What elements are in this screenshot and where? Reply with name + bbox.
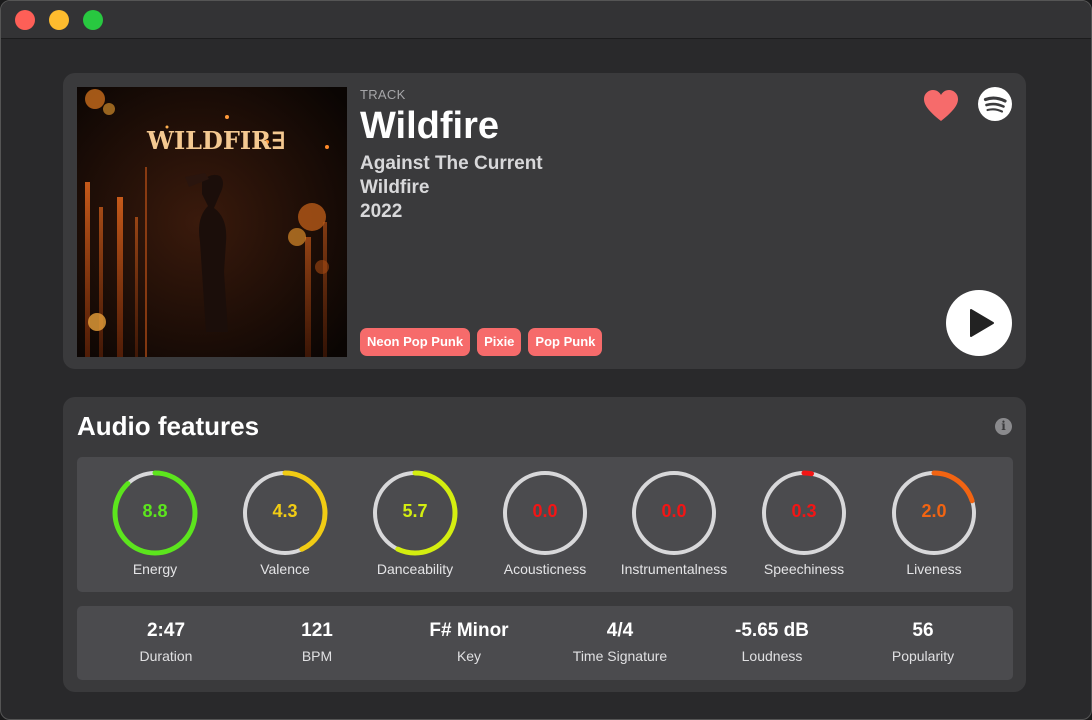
gauges-panel: 8.8 Energy 4.3 Valence 5.7 Danceability 0.0 Aco… <box>77 457 1013 592</box>
app-window: WILDFIR∃ TRACK Wildfire Against The Curr… <box>0 0 1092 720</box>
gauge-label: Liveness <box>906 561 962 577</box>
stat-value: F# Minor <box>429 620 509 641</box>
play-icon <box>970 309 994 337</box>
genre-tag[interactable]: Pixie <box>477 328 522 356</box>
stat-value: 2:47 <box>146 620 186 641</box>
stat-popularity: 56 Popularity <box>848 620 998 664</box>
genre-tag[interactable]: Neon Pop Punk <box>360 328 471 356</box>
stat-label: Time Signature <box>572 648 668 664</box>
stat-label: BPM <box>301 648 333 664</box>
stat-key: F# Minor Key <box>394 620 544 664</box>
genre-tag[interactable]: Pop Punk <box>528 328 603 356</box>
gauge-liveness: 2.0 Liveness <box>869 469 999 581</box>
gauge-label: Energy <box>132 561 178 577</box>
stat-value: 4/4 <box>606 620 634 641</box>
release-year: 2022 <box>360 201 403 222</box>
gauge-value: 4.3 <box>272 501 298 521</box>
gauge-label: Valence <box>260 561 310 577</box>
type-label: TRACK <box>360 87 406 102</box>
genre-tags: Neon Pop Punk Pixie Pop Punk <box>360 328 603 356</box>
spotify-icon[interactable] <box>977 86 1013 122</box>
gauge-value: 0.3 <box>791 501 817 521</box>
gauge-label: Instrumentalness <box>620 561 728 577</box>
stat-value: 121 <box>301 620 333 641</box>
play-button[interactable] <box>946 290 1012 356</box>
stat-time-signature: 4/4 Time Signature <box>545 620 695 664</box>
gauge-value: 2.0 <box>921 501 947 521</box>
stat-label: Loudness <box>741 648 803 664</box>
gauge-danceability: 5.7 Danceability <box>350 469 480 581</box>
gauge-label: Speechiness <box>763 561 845 577</box>
track-card: WILDFIR∃ TRACK Wildfire Against The Curr… <box>63 73 1026 369</box>
audio-features-card: Audio features i 8.8 Energy 4.3 Valence 5.7 D… <box>63 397 1026 692</box>
info-icon[interactable]: i <box>995 418 1012 435</box>
gauge-value: 0.0 <box>661 501 687 521</box>
gauge-instrumentalness: 0.0 Instrumentalness <box>609 469 739 581</box>
stat-duration: 2:47 Duration <box>91 620 241 664</box>
stat-bpm: 121 BPM <box>242 620 392 664</box>
maximize-window-button[interactable] <box>83 10 103 30</box>
cover-text: WILDFIR∃ <box>146 126 286 155</box>
stat-value: 56 <box>912 620 934 641</box>
stat-label: Duration <box>139 648 193 664</box>
gauge-acousticness: 0.0 Acousticness <box>480 469 610 581</box>
album-cover: WILDFIR∃ <box>77 87 347 357</box>
minimize-window-button[interactable] <box>49 10 69 30</box>
gauge-energy: 8.8 Energy <box>90 469 220 581</box>
stat-value: -5.65 dB <box>735 620 809 641</box>
gauge-valence: 4.3 Valence <box>220 469 350 581</box>
track-title: Wildfire <box>360 105 499 147</box>
stat-label: Key <box>456 648 482 664</box>
close-window-button[interactable] <box>15 10 35 30</box>
gauge-value: 0.0 <box>532 501 558 521</box>
title-bar <box>1 1 1091 39</box>
heart-icon[interactable] <box>923 89 959 123</box>
album-name[interactable]: Wildfire <box>360 176 543 200</box>
gauge-value: 5.7 <box>402 501 428 521</box>
stat-label: Popularity <box>891 648 955 664</box>
stat-loudness: -5.65 dB Loudness <box>697 620 847 664</box>
section-title: Audio features <box>77 411 260 441</box>
gauge-label: Danceability <box>376 561 454 577</box>
gauge-label: Acousticness <box>503 561 587 577</box>
artist-name[interactable]: Against The Current <box>360 152 543 176</box>
stats-panel: 2:47 Duration 121 BPM F# Minor Key 4/4 T… <box>77 606 1013 680</box>
gauge-value: 8.8 <box>142 501 168 521</box>
gauge-speechiness: 0.3 Speechiness <box>739 469 869 581</box>
